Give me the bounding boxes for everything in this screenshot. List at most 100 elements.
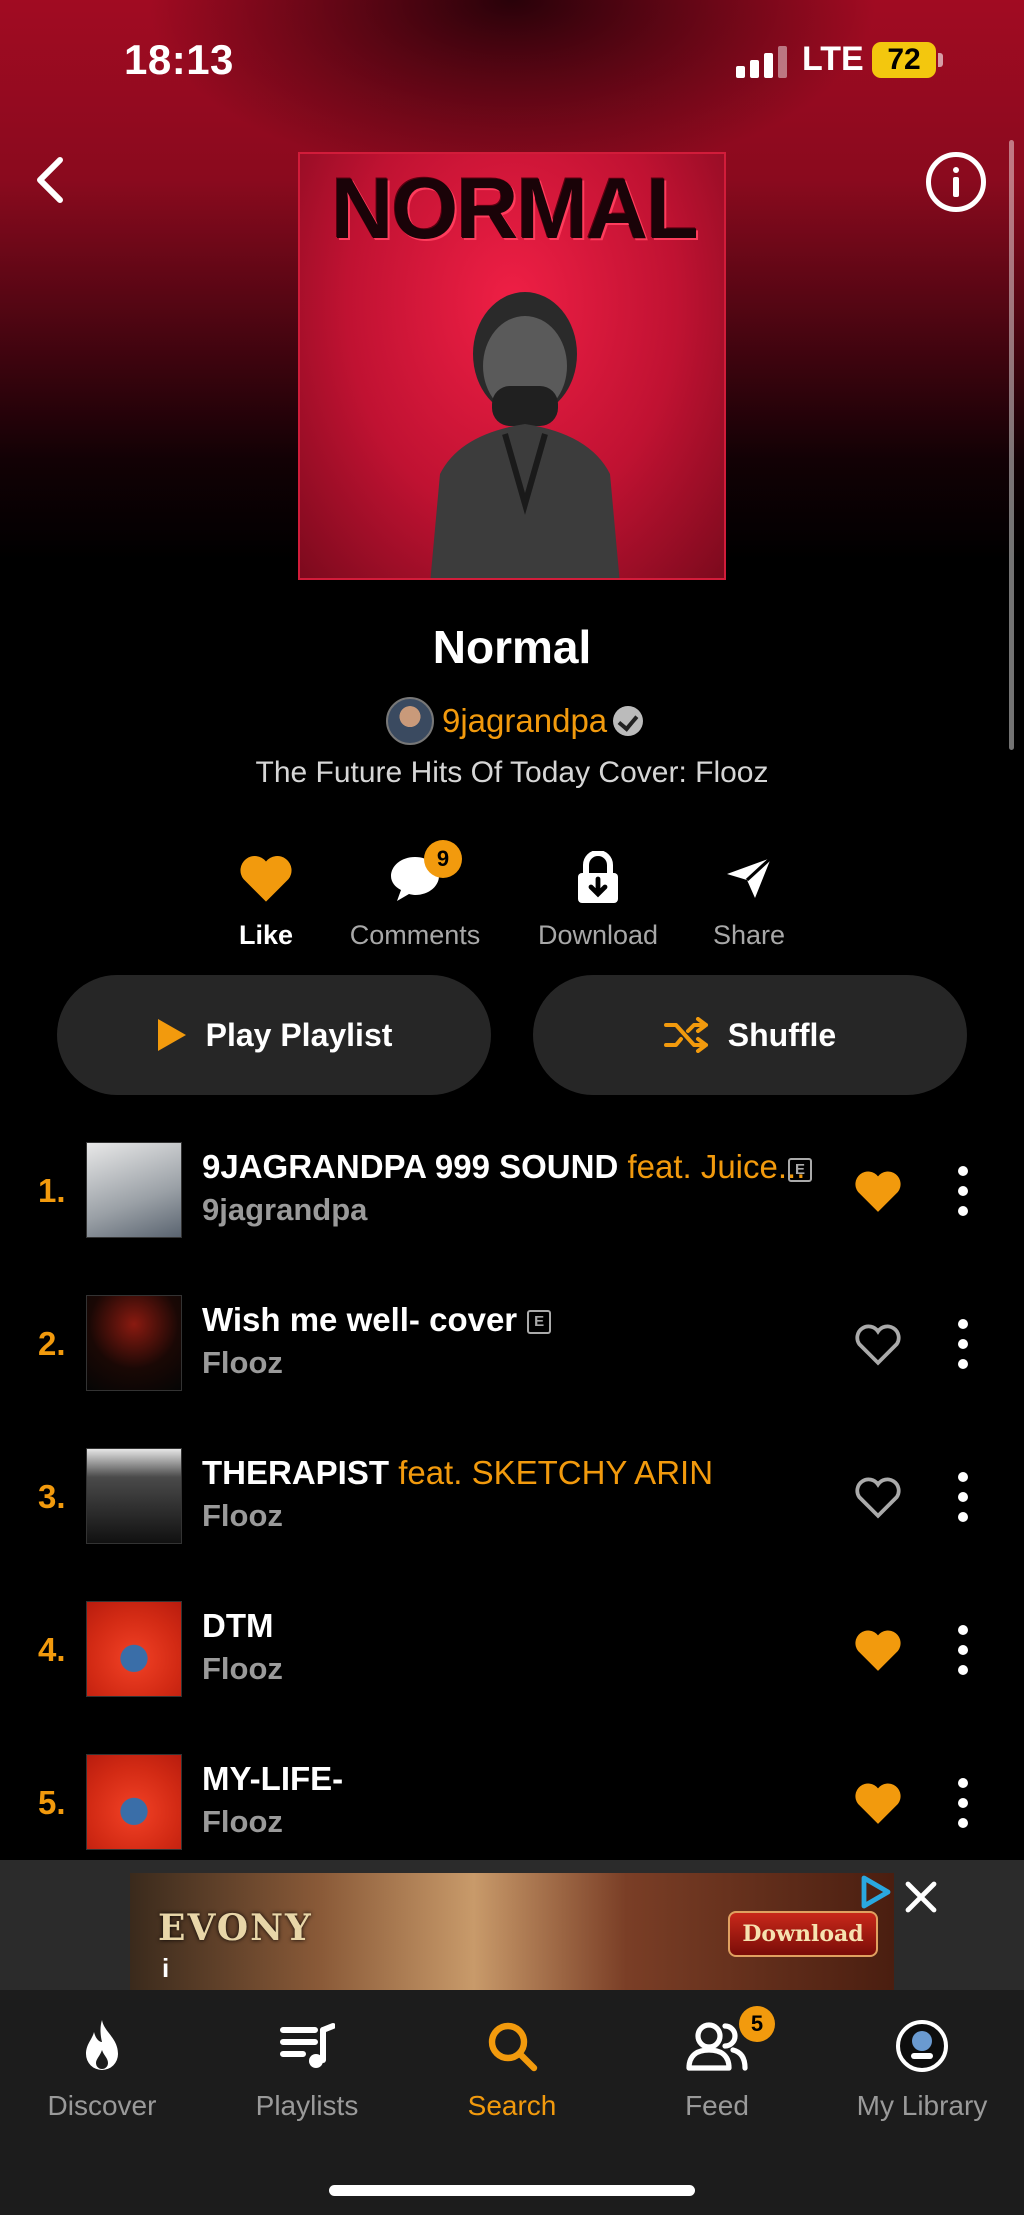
play-playlist-label: Play Playlist xyxy=(205,1016,393,1053)
nav-feed[interactable]: 5 Feed xyxy=(617,2006,817,2122)
explicit-icon: E xyxy=(527,1310,552,1335)
like-button[interactable]: Like xyxy=(186,848,346,951)
nav-library[interactable]: My Library xyxy=(822,2016,1022,2122)
like-label: Like xyxy=(238,920,294,950)
more-options-icon[interactable] xyxy=(954,1778,972,1828)
shuffle-icon xyxy=(663,1017,708,1053)
track-featuring: feat. SKETCHY ARIN xyxy=(398,1454,714,1491)
track-number: 4. xyxy=(38,1631,66,1668)
track-artwork xyxy=(86,1754,182,1850)
signal-icon xyxy=(736,44,792,78)
nav-library-label: My Library xyxy=(856,2090,988,2121)
track-artwork xyxy=(86,1295,182,1391)
track-row[interactable]: 4. DTM Flooz xyxy=(0,1583,1024,1736)
curator-name[interactable]: 9jagrandpa xyxy=(442,702,607,740)
track-title: Wish me well- cover xyxy=(202,1301,518,1338)
track-artwork xyxy=(86,1601,182,1697)
heart-icon[interactable] xyxy=(852,1168,904,1214)
battery-cap xyxy=(938,53,943,67)
track-number: 3. xyxy=(38,1478,66,1515)
nav-search[interactable]: Search xyxy=(412,2016,612,2122)
download-label: Download xyxy=(537,920,659,950)
track-row[interactable]: 2. Wish me well- cover E Flooz xyxy=(0,1277,1024,1430)
playlist-icon xyxy=(280,2023,335,2068)
cover-portrait xyxy=(430,292,620,578)
track-title: 9JAGRANDPA 999 SOUND xyxy=(202,1148,619,1185)
ad-download-button[interactable]: Download xyxy=(728,1911,878,1957)
more-options-icon[interactable] xyxy=(954,1472,972,1522)
more-options-icon[interactable] xyxy=(954,1319,972,1369)
cover-title-text: NORMAL xyxy=(331,161,698,257)
search-icon xyxy=(488,2022,538,2072)
playlist-cover: NORMAL xyxy=(298,152,726,580)
heart-icon[interactable] xyxy=(852,1780,904,1826)
comments-count-badge: 9 xyxy=(424,840,462,878)
feed-badge: 5 xyxy=(739,2006,775,2042)
track-row[interactable]: 3. THERAPIST feat. SKETCHY ARIN Flooz xyxy=(0,1430,1024,1583)
heart-outline-icon[interactable] xyxy=(852,1474,904,1520)
comments-button[interactable]: 9 Comments xyxy=(335,840,495,951)
info-icon[interactable] xyxy=(926,152,986,212)
battery-icon: 72 xyxy=(872,42,936,78)
playlist-description: The Future Hits Of Today Cover: Flooz xyxy=(255,756,769,789)
track-title-line: 9JAGRANDPA 999 SOUND feat. Juice... xyxy=(202,1148,805,1186)
back-button[interactable] xyxy=(26,150,76,210)
chevron-left-icon xyxy=(37,157,63,203)
track-title: THERAPIST xyxy=(202,1454,390,1491)
track-artist[interactable]: Flooz xyxy=(202,1651,283,1687)
more-options-icon[interactable] xyxy=(954,1166,972,1216)
nav-search-label: Search xyxy=(467,2090,557,2121)
track-number: 1. xyxy=(38,1172,66,1209)
track-artist[interactable]: Flooz xyxy=(202,1804,283,1840)
share-label: Share xyxy=(712,920,786,950)
network-label: LTE xyxy=(802,40,864,78)
track-artist[interactable]: Flooz xyxy=(202,1498,283,1534)
track-title: DTM xyxy=(202,1607,274,1644)
play-playlist-button[interactable]: Play Playlist xyxy=(57,975,491,1095)
track-number: 5. xyxy=(38,1784,66,1821)
avatar[interactable] xyxy=(386,697,434,745)
curator[interactable]: 9jagrandpa xyxy=(386,696,644,746)
heart-icon[interactable] xyxy=(852,1627,904,1673)
track-artist[interactable]: Flooz xyxy=(202,1345,283,1381)
adchoices-icon[interactable] xyxy=(858,1874,894,1910)
ad-brand-logo: EVONY xyxy=(158,1907,313,1949)
nav-discover[interactable]: Discover xyxy=(2,2016,202,2122)
home-indicator[interactable] xyxy=(329,2185,695,2196)
track-artwork xyxy=(86,1142,182,1238)
more-options-icon[interactable] xyxy=(954,1625,972,1675)
playlist-title: Normal xyxy=(432,621,592,673)
nav-discover-label: Discover xyxy=(47,2090,157,2121)
explicit-icon: E xyxy=(788,1158,812,1182)
fire-icon xyxy=(86,2020,118,2070)
play-icon xyxy=(157,1019,186,1051)
lock-download-icon xyxy=(578,851,618,903)
track-artwork xyxy=(86,1448,182,1544)
nav-playlists[interactable]: Playlists xyxy=(207,2016,407,2122)
heart-icon xyxy=(240,856,292,902)
track-title-line: Wish me well- cover E xyxy=(202,1301,552,1339)
bottom-nav: Discover Playlists Search 5 Feed My Libr… xyxy=(0,1990,1024,2215)
status-time: 18:13 xyxy=(124,36,234,83)
track-title: MY-LIFE- xyxy=(202,1760,344,1797)
ad-banner[interactable]: EVONY Download i xyxy=(130,1873,894,1991)
track-title-line: THERAPIST feat. SKETCHY ARIN xyxy=(202,1454,713,1492)
track-featuring: feat. Juice... xyxy=(627,1148,806,1185)
shuffle-button[interactable]: Shuffle xyxy=(533,975,967,1095)
verified-icon xyxy=(613,706,644,736)
comments-label: Comments xyxy=(349,920,481,950)
track-title-line: MY-LIFE- xyxy=(202,1760,343,1798)
track-artist[interactable]: 9jagrandpa xyxy=(202,1192,367,1228)
share-button[interactable]: Share xyxy=(669,848,829,951)
library-avatar-icon xyxy=(896,2020,948,2072)
send-icon xyxy=(727,856,773,898)
nav-feed-label: Feed xyxy=(685,2090,749,2121)
close-icon[interactable] xyxy=(904,1880,938,1914)
heart-outline-icon[interactable] xyxy=(852,1321,904,1367)
shuffle-label: Shuffle xyxy=(727,1016,837,1053)
ad-info-icon[interactable]: i xyxy=(162,1953,169,1984)
track-row[interactable]: 1. 9JAGRANDPA 999 SOUND feat. Juice... E… xyxy=(0,1124,1024,1277)
nav-playlists-label: Playlists xyxy=(255,2090,359,2121)
download-button[interactable]: Download xyxy=(518,848,678,951)
track-title-line: DTM xyxy=(202,1607,273,1645)
